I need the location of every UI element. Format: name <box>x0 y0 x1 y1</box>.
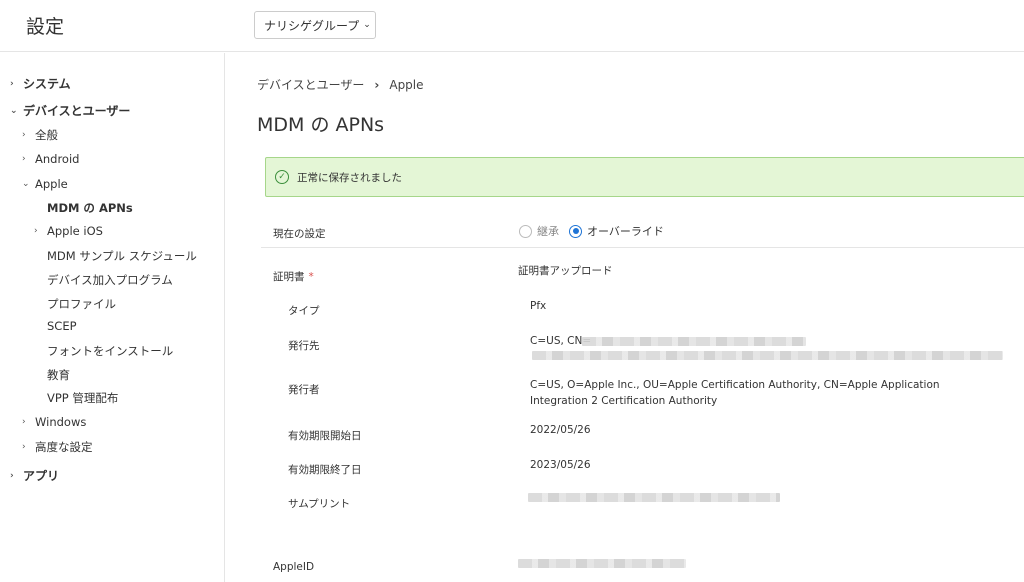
breadcrumb-parent-link[interactable]: デバイスとユーザー <box>257 76 364 93</box>
header-bar: 設定 ナリシゲグループ ⌄ <box>0 0 1024 52</box>
sidebar-item-advanced[interactable]: › 高度な設定 <box>22 439 93 455</box>
type-label: タイプ <box>288 305 320 317</box>
sidebar-item-label: Apple iOS <box>47 224 103 238</box>
sidebar: › システム ⌄ デバイスとユーザー › 全般 › Android ⌄ Appl… <box>0 53 225 582</box>
sidebar-item-label: MDM の APNs <box>47 201 133 215</box>
redacted-text <box>528 493 780 502</box>
sidebar-item-label: Apple <box>35 177 68 191</box>
sidebar-item-apple-ios[interactable]: › Apple iOS <box>34 224 103 238</box>
sidebar-item-label: Android <box>35 152 80 166</box>
inherit-radio-label[interactable]: 継承 <box>537 223 559 239</box>
redacted-text <box>532 351 1003 360</box>
sidebar-item-label: VPP 管理配布 <box>47 391 119 405</box>
certificate-upload-link[interactable]: 証明書アップロード <box>518 263 613 279</box>
sidebar-item-label: 全般 <box>35 128 58 142</box>
group-select-dropdown[interactable]: ナリシゲグループ ⌄ <box>254 11 376 39</box>
apple-id-label: AppleID <box>273 561 315 573</box>
alert-message: 正常に保存されました <box>297 171 402 184</box>
sidebar-item-label: 高度な設定 <box>35 440 93 454</box>
breadcrumb: デバイスとユーザー › Apple <box>257 76 424 93</box>
main-content: デバイスとユーザー › Apple MDM の APNs ✓ 正常に保存されまし… <box>226 53 1024 582</box>
chevron-right-icon: › <box>374 77 380 92</box>
sidebar-item-label: アプリ <box>23 469 60 483</box>
check-circle-icon: ✓ <box>275 170 289 184</box>
breadcrumb-current: Apple <box>389 77 424 92</box>
chevron-right-icon: › <box>22 130 26 140</box>
sidebar-item-label: デバイスとユーザー <box>23 104 131 118</box>
override-radio-label[interactable]: オーバーライド <box>587 223 664 239</box>
chevron-right-icon: › <box>34 226 38 236</box>
sidebar-item-label: 教育 <box>47 368 70 382</box>
issuer-label: 発行者 <box>288 384 320 396</box>
thumbprint-label: サムプリント <box>288 498 351 510</box>
sidebar-item-system[interactable]: › システム <box>10 75 71 92</box>
sidebar-item-profiles[interactable]: プロファイル <box>47 296 116 312</box>
sidebar-item-android[interactable]: › Android <box>22 152 79 166</box>
divider <box>261 247 1024 248</box>
sidebar-item-apple[interactable]: ⌄ Apple <box>22 177 68 191</box>
chevron-right-icon: › <box>22 442 26 452</box>
sidebar-item-label: フォントをインストール <box>47 344 174 358</box>
chevron-down-icon: ⌄ <box>10 105 18 116</box>
sidebar-item-apps[interactable]: › アプリ <box>10 467 59 484</box>
type-value: Pfx <box>530 300 547 312</box>
sidebar-item-mdm-sample-schedule[interactable]: MDM サンプル スケジュール <box>47 248 197 264</box>
sidebar-item-vpp[interactable]: VPP 管理配布 <box>47 390 118 406</box>
sidebar-item-install-fonts[interactable]: フォントをインストール <box>47 343 173 359</box>
sidebar-item-label: Windows <box>35 415 87 429</box>
valid-to-value: 2023/05/26 <box>530 459 591 471</box>
valid-from-label: 有効期限開始日 <box>288 430 362 442</box>
sidebar-item-label: システム <box>23 77 71 91</box>
page-title: MDM の APNs <box>257 114 385 136</box>
sidebar-item-general[interactable]: › 全般 <box>22 127 58 143</box>
sidebar-item-education[interactable]: 教育 <box>47 367 70 383</box>
chevron-down-icon: ⌄ <box>363 20 371 30</box>
chevron-right-icon: › <box>22 154 26 164</box>
inherit-radio[interactable] <box>519 224 532 238</box>
current-setting-label: 現在の設定 <box>273 228 326 240</box>
sidebar-item-label: プロファイル <box>47 297 116 311</box>
chevron-right-icon: › <box>10 78 14 89</box>
sidebar-item-scep[interactable]: SCEP <box>47 319 77 333</box>
sidebar-item-label: MDM サンプル スケジュール <box>47 249 197 263</box>
chevron-right-icon: › <box>10 470 14 481</box>
valid-to-label: 有効期限終了日 <box>288 464 362 476</box>
redacted-text <box>582 337 806 346</box>
certificate-label-text: 証明書 <box>273 271 305 283</box>
sidebar-item-windows[interactable]: › Windows <box>22 415 86 429</box>
required-asterisk-icon: * <box>308 271 314 283</box>
group-select-label: ナリシゲグループ <box>264 18 360 33</box>
override-radio[interactable] <box>569 224 582 238</box>
issuer-value: C=US, O=Apple Inc., OU=Apple Certificati… <box>530 379 940 407</box>
success-alert: ✓ 正常に保存されました <box>265 157 1024 197</box>
certificate-label: 証明書 * <box>273 269 314 284</box>
current-setting-radio-group: 継承 オーバーライド <box>519 223 674 239</box>
sidebar-item-device-enrollment[interactable]: デバイス加入プログラム <box>47 272 173 288</box>
chevron-down-icon: ⌄ <box>22 179 30 189</box>
redacted-text <box>518 559 686 568</box>
sidebar-item-devices-users[interactable]: ⌄ デバイスとユーザー <box>10 102 130 119</box>
sidebar-item-label: SCEP <box>47 319 77 333</box>
sidebar-item-label: デバイス加入プログラム <box>47 273 173 287</box>
app-title: 設定 <box>26 16 65 38</box>
sidebar-item-mdm-apns[interactable]: MDM の APNs <box>47 200 133 216</box>
valid-from-value: 2022/05/26 <box>530 424 591 436</box>
chevron-right-icon: › <box>22 417 26 427</box>
issued-to-label: 発行先 <box>288 340 320 352</box>
